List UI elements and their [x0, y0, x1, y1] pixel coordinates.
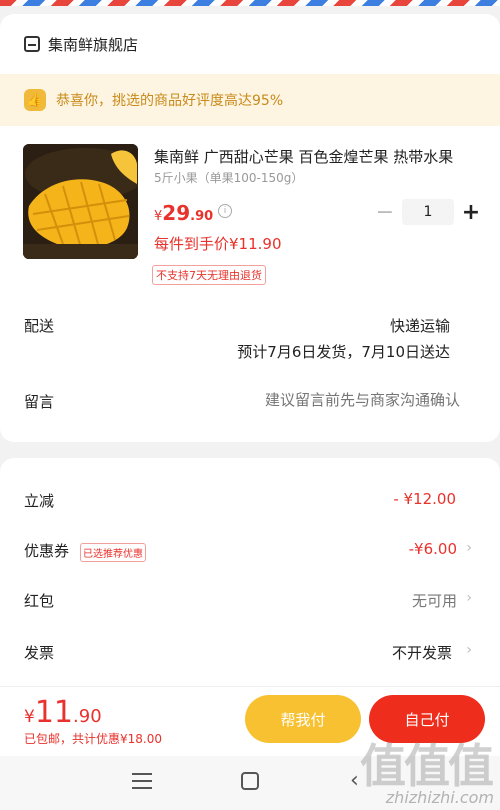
watermark: 值值值 zhizhizhi.com — [350, 730, 500, 810]
delivery-eta: 预计7月6日发货，7月10日送达 — [237, 343, 450, 361]
message-input[interactable] — [200, 391, 460, 409]
discount-row: 立减 - ¥12.00 — [0, 486, 500, 516]
chevron-right-icon: › — [466, 642, 472, 658]
product-spec[interactable]: 5斤小果（单果100-150g） — [154, 169, 303, 186]
watermark-logo: 值值值 — [360, 739, 494, 793]
total-integer: 11 — [34, 695, 74, 730]
product-image[interactable] — [23, 144, 138, 259]
redpacket-label: 红包 — [24, 592, 55, 610]
rating-banner: 👍 恭喜你，挑选的商品好评度高达95% — [0, 74, 500, 126]
invoice-label: 发票 — [24, 644, 55, 662]
total-currency: ¥ — [24, 707, 35, 727]
product-title[interactable]: 集南鲜 广西甜心芒果 百色金煌芒果 热带水果 — [154, 146, 474, 167]
price-currency: ¥ — [154, 209, 163, 224]
quantity-input[interactable]: 1 — [402, 199, 454, 225]
thumbs-up-icon: 👍 — [24, 89, 46, 111]
coupon-row[interactable]: 优惠券 已选推荐优惠 -¥6.00 › — [0, 536, 500, 566]
total-savings: 已包邮，共计优惠¥18.00 — [24, 732, 162, 746]
coupon-value: -¥6.00 — [408, 540, 457, 558]
help-pay-button[interactable]: 帮我付 — [245, 695, 361, 743]
total-decimal: .90 — [73, 706, 102, 727]
chevron-right-icon: › — [466, 590, 472, 606]
banner-text: 恭喜你，挑选的商品好评度高达95% — [56, 93, 284, 109]
invoice-value: 不开发票 — [391, 644, 452, 662]
airmail-border — [0, 0, 500, 6]
coupon-tag: 已选推荐优惠 — [80, 543, 146, 562]
shop-header[interactable]: 集南鲜旗舰店 — [0, 14, 500, 74]
price-decimal: .90 — [190, 209, 214, 224]
delivery-method[interactable]: 快递运输 — [390, 315, 450, 336]
order-card: 集南鲜旗舰店 👍 恭喜你，挑选的商品好评度高达95% 集南鲜 广西甜心芒果 百色… — [0, 14, 500, 442]
discount-label: 立减 — [24, 492, 55, 510]
message-label: 留言 — [24, 393, 55, 411]
shop-name[interactable]: 集南鲜旗舰店 — [48, 34, 138, 55]
product-price: ¥ 29 .90 — [154, 201, 213, 225]
total-price: ¥ 11 .90 — [24, 695, 102, 730]
store-icon — [24, 36, 40, 52]
increase-button[interactable]: + — [459, 199, 483, 225]
watermark-url: zhizhizhi.com — [385, 788, 494, 807]
redpacket-value: 无可用 — [411, 592, 457, 610]
delivery-label: 配送 — [24, 317, 55, 335]
discount-value: - ¥12.00 — [393, 490, 456, 508]
redpacket-row[interactable]: 红包 无可用 › — [0, 586, 500, 616]
unit-price: 每件到手价¥11.90 — [154, 235, 282, 253]
invoice-row[interactable]: 发票 不开发票 › — [0, 638, 500, 668]
menu-icon[interactable] — [132, 773, 152, 789]
payment-card: 立减 - ¥12.00 优惠券 已选推荐优惠 -¥6.00 › 红包 无可用 ›… — [0, 458, 500, 698]
coupon-label: 优惠券 — [24, 542, 70, 560]
chevron-right-icon: › — [466, 540, 472, 556]
price-integer: 29 — [162, 201, 191, 225]
return-policy-tag: 不支持7天无理由退货 — [152, 265, 266, 285]
quantity-stepper: − 1 + — [373, 199, 483, 225]
decrease-button[interactable]: − — [373, 199, 397, 225]
home-icon[interactable] — [241, 772, 259, 790]
info-icon[interactable]: i — [218, 204, 232, 218]
